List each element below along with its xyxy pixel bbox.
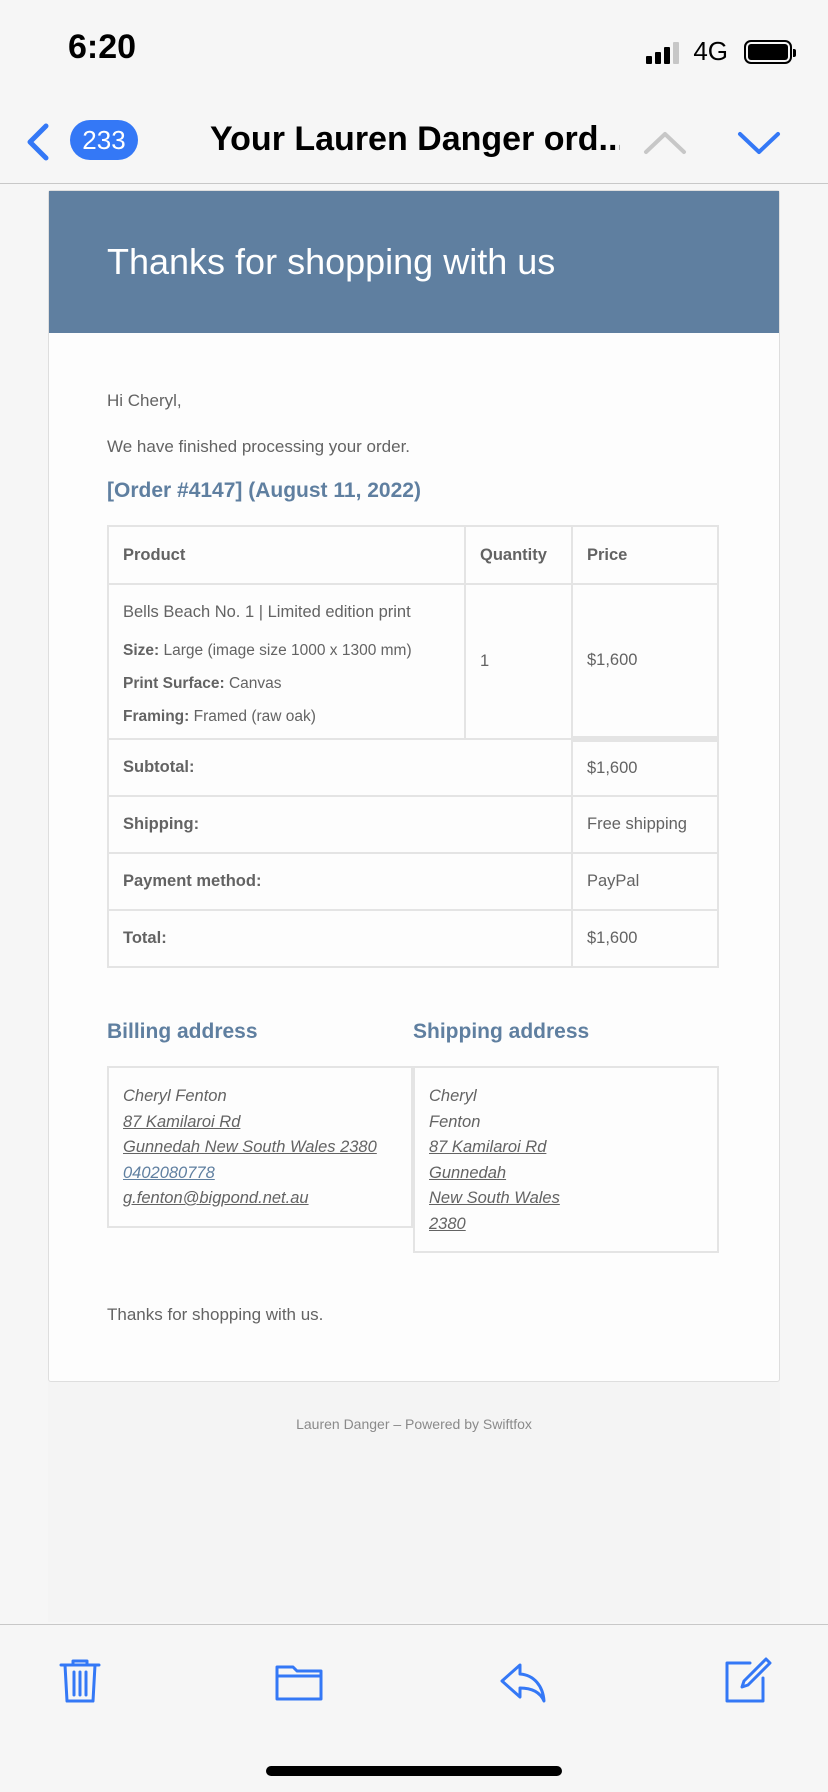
column-header-quantity: Quantity [464, 525, 573, 585]
order-table: Product Quantity Price Bells Beach No. 1… [107, 525, 719, 968]
price-cell: $1,600 [571, 583, 719, 740]
email-body: Hi Cheryl, We have finished processing y… [49, 333, 779, 1381]
compose-icon[interactable] [722, 1655, 772, 1705]
billing-email-link[interactable]: g.fenton@bigpond.net.au [123, 1186, 397, 1212]
addresses-section: Billing address Cheryl Fenton 87 Kamilar… [107, 1020, 721, 1253]
shipping-first-name: Cheryl [429, 1087, 477, 1105]
folder-icon[interactable] [274, 1655, 324, 1705]
surface-value: Canvas [228, 675, 282, 692]
chevron-up-icon[interactable] [642, 122, 688, 162]
billing-phone-link[interactable]: 0402080778 [123, 1161, 397, 1187]
total-value: $1,600 [571, 909, 719, 968]
quantity-cell: 1 [464, 583, 573, 740]
shipping-postcode[interactable]: 2380 [429, 1212, 703, 1238]
subtotal-label: Subtotal: [107, 738, 573, 797]
greeting: Hi Cheryl, [107, 391, 182, 410]
email-card: Thanks for shopping with us Hi Cheryl, W… [48, 190, 780, 1382]
shipping-state[interactable]: New South Wales [429, 1186, 703, 1212]
billing-street[interactable]: 87 Kamilaroi Rd [123, 1110, 397, 1136]
status-time: 6:20 [68, 28, 137, 66]
trash-icon[interactable] [55, 1655, 105, 1705]
size-value: Large (image size 1000 x 1300 mm) [163, 642, 412, 659]
shipping-row: Shipping: Free shipping [107, 795, 719, 854]
email-footer: Lauren Danger – Powered by Swiftfox [296, 1416, 532, 1432]
framing-label: Framing: [123, 708, 190, 725]
subtotal-value: $1,600 [571, 736, 719, 797]
reply-icon[interactable] [498, 1655, 548, 1705]
shipping-address-box: Cheryl Fenton 87 Kamilaroi Rd Gunnedah N… [413, 1066, 719, 1253]
billing-city[interactable]: Gunnedah New South Wales 2380 [123, 1135, 397, 1161]
shipping-last-name: Fenton [429, 1112, 481, 1131]
chevron-left-icon[interactable] [22, 120, 56, 164]
battery-icon [744, 39, 796, 64]
email-header-banner: Thanks for shopping with us [49, 191, 779, 333]
product-size: Size: Large (image size 1000 x 1300 mm) [123, 642, 450, 660]
status-indicators: 4G [646, 36, 796, 67]
product-name: Bells Beach No. 1 | Limited edition prin… [123, 603, 411, 621]
table-header-row: Product Quantity Price [107, 525, 719, 585]
payment-method-value: PayPal [571, 852, 719, 911]
payment-method-row: Payment method: PayPal [107, 852, 719, 911]
shipping-value: Free shipping [571, 795, 719, 854]
column-header-product: Product [107, 525, 466, 585]
email-content[interactable]: Thanks for shopping with us Hi Cheryl, W… [48, 190, 780, 1622]
product-cell: Bells Beach No. 1 | Limited edition prin… [107, 583, 466, 740]
framing-value: Framed (raw oak) [193, 708, 316, 725]
surface-label: Print Surface: [123, 675, 225, 692]
closing-text: Thanks for shopping with us. [107, 1305, 324, 1324]
status-bar: 6:20 4G [0, 0, 828, 100]
product-framing: Framing: Framed (raw oak) [123, 708, 450, 726]
chevron-down-icon[interactable] [736, 122, 782, 162]
payment-method-label: Payment method: [107, 852, 573, 911]
home-indicator[interactable] [266, 1766, 562, 1776]
billing-address-heading: Billing address [107, 1020, 258, 1043]
shipping-label: Shipping: [107, 795, 573, 854]
table-row: Bells Beach No. 1 | Limited edition prin… [107, 583, 719, 740]
email-header-title: Thanks for shopping with us [107, 241, 556, 282]
shipping-address-column: Shipping address Cheryl Fenton 87 Kamila… [413, 1020, 719, 1253]
intro-text: We have finished processing your order. [107, 437, 411, 456]
unread-count-badge[interactable]: 233 [70, 120, 138, 160]
shipping-street[interactable]: 87 Kamilaroi Rd [429, 1135, 703, 1161]
total-row: Total: $1,600 [107, 909, 719, 968]
network-label: 4G [693, 36, 728, 66]
size-label: Size: [123, 642, 160, 659]
billing-address-box: Cheryl Fenton 87 Kamilaroi Rd Gunnedah N… [107, 1066, 413, 1228]
billing-name: Cheryl Fenton [123, 1087, 227, 1105]
total-label: Total: [107, 909, 573, 968]
order-title: [Order #4147] (August 11, 2022) [107, 479, 421, 502]
mail-nav-bar: 233 Your Lauren Danger ord... [0, 100, 828, 184]
subtotal-row: Subtotal: $1,600 [107, 736, 719, 797]
shipping-city[interactable]: Gunnedah [429, 1161, 703, 1187]
product-surface: Print Surface: Canvas [123, 675, 450, 693]
shipping-address-heading: Shipping address [413, 1020, 590, 1043]
billing-address-column: Billing address Cheryl Fenton 87 Kamilar… [107, 1020, 413, 1253]
email-subject-title: Your Lauren Danger ord... [210, 120, 620, 158]
signal-icon [646, 40, 680, 64]
column-header-price: Price [571, 525, 719, 585]
